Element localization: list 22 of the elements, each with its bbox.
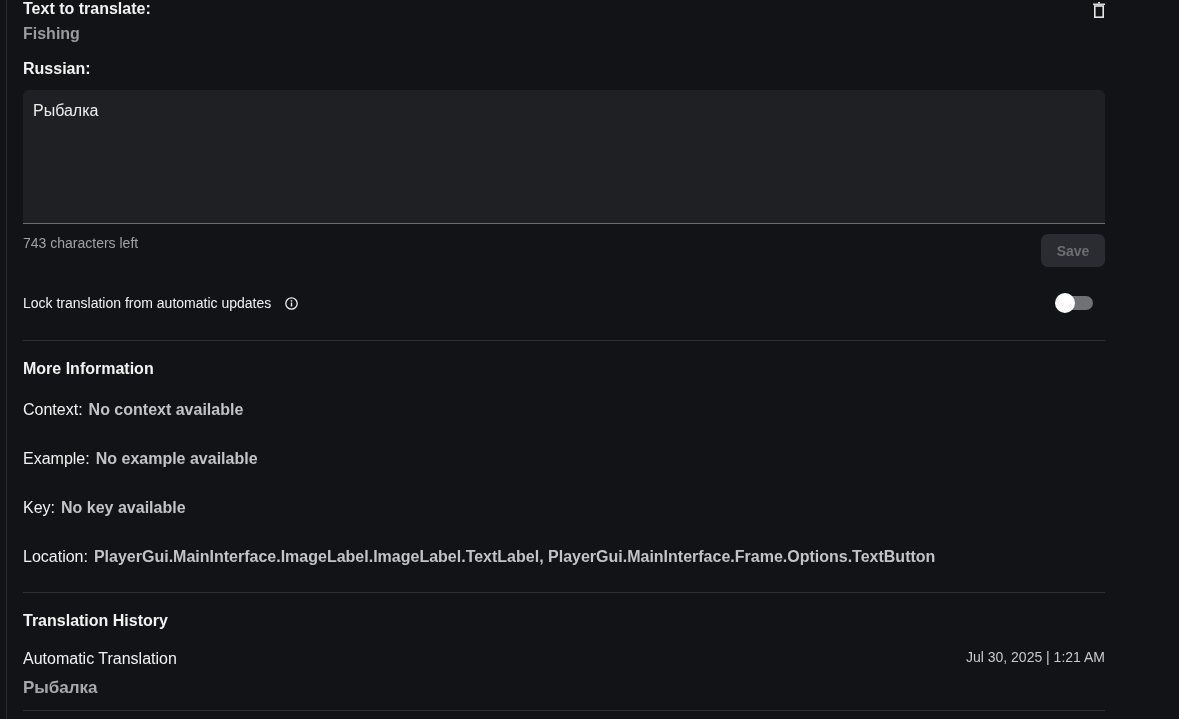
characters-left: 743 characters left: [23, 234, 139, 252]
lock-toggle[interactable]: [1055, 293, 1093, 313]
field-label: Context:: [23, 401, 83, 419]
field-value: No example available: [95, 450, 258, 468]
language-label: Russian:: [23, 60, 91, 78]
info-icon[interactable]: [285, 296, 299, 310]
field-label: Key:: [23, 499, 55, 517]
source-label: Text to translate:: [23, 0, 151, 18]
field-value: No key available: [61, 499, 186, 517]
field-label: Location:: [23, 548, 88, 566]
section-title: More Information: [23, 360, 154, 378]
lock-label: Lock translation from automatic updates: [23, 294, 272, 312]
field-value: No context available: [88, 401, 244, 419]
translation-field[interactable]: Рыбалка: [23, 90, 1105, 224]
trash-icon[interactable]: [1093, 2, 1105, 18]
section-title: Translation History: [23, 612, 168, 630]
source-text: Fishing: [23, 25, 80, 43]
field-value: PlayerGui.MainInterface.ImageLabel.ImageLabel.TextLabel, PlayerGui.MainInterface.Frame.Options.TextButton: [93, 548, 936, 566]
field-label: Example:: [23, 450, 90, 468]
history-date: Jul 30, 2025 | 1:21 AM: [965, 648, 1105, 666]
history-source: Automatic Translation: [23, 650, 177, 668]
history-text: Рыбалка: [23, 679, 98, 697]
